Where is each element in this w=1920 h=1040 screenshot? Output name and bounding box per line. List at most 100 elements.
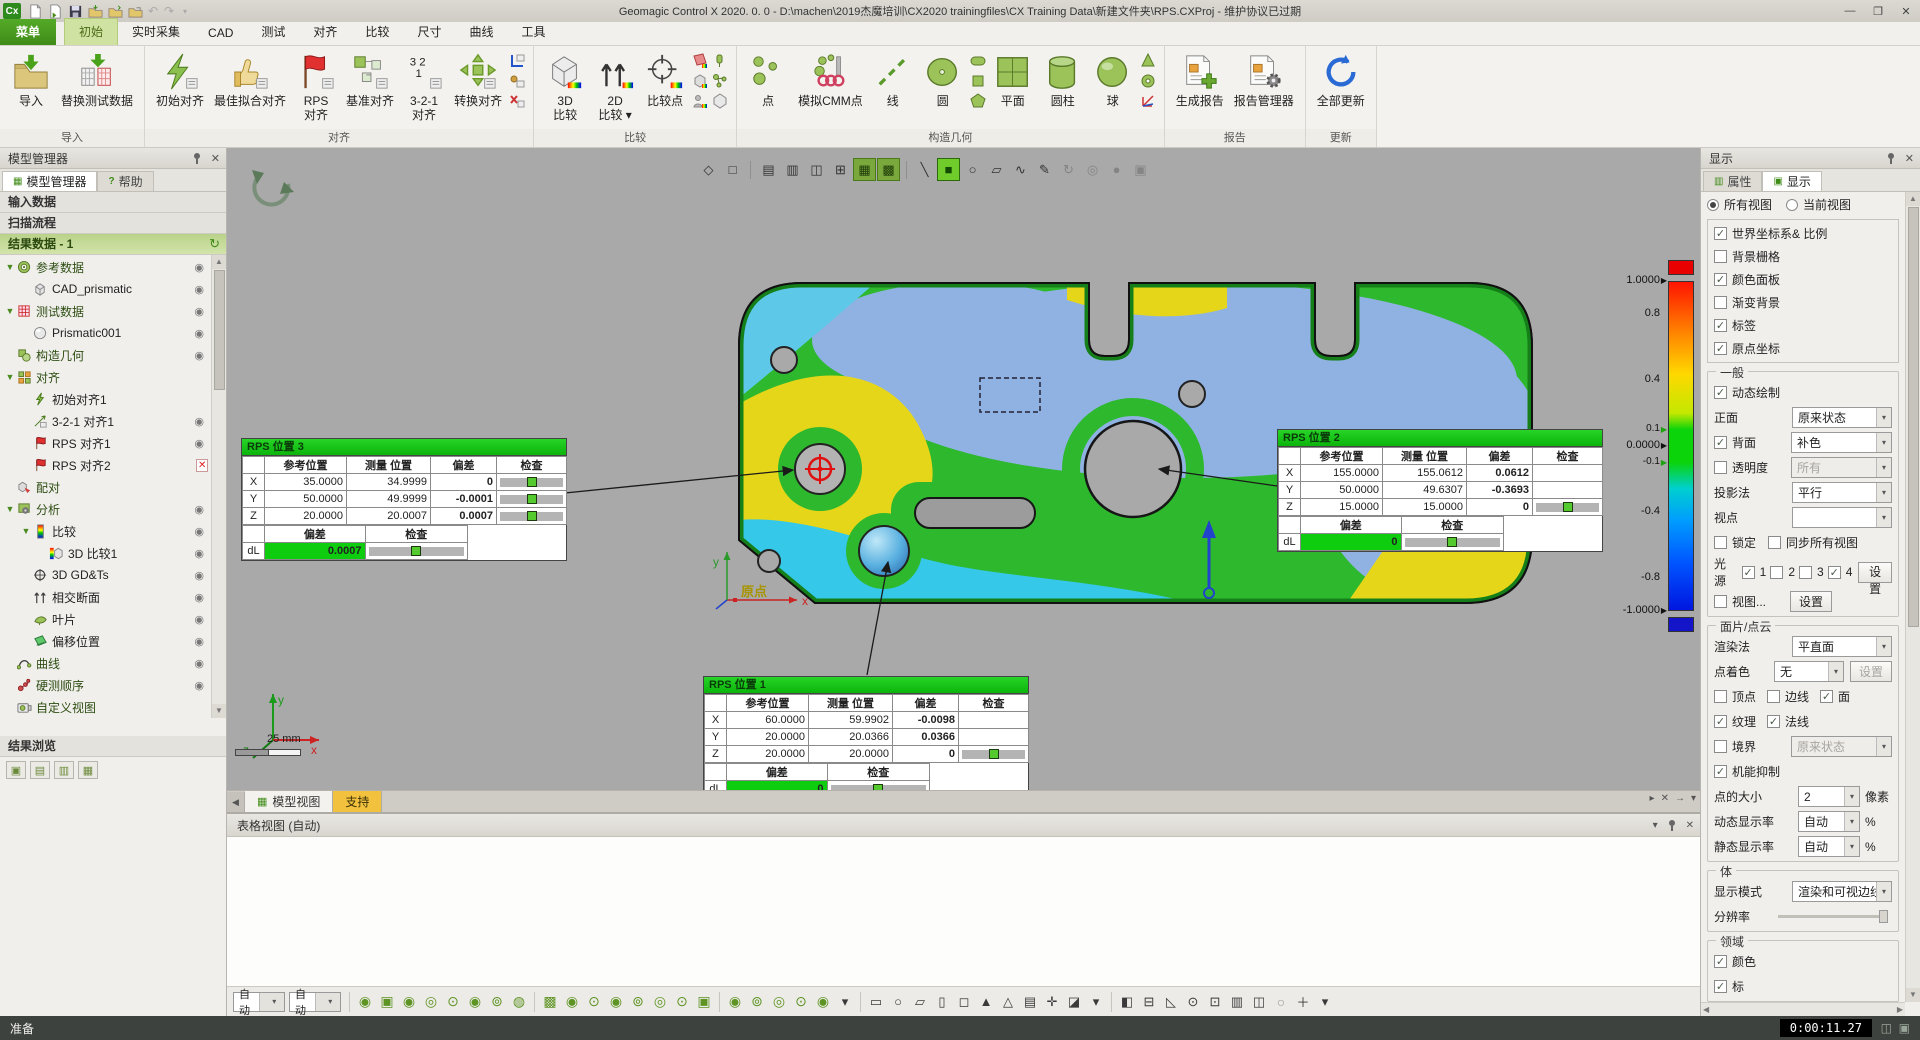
view-cube-tool[interactable]: □ <box>721 158 744 181</box>
tree-item-cad-prismatic[interactable]: CAD_prismatic◉ <box>0 278 226 300</box>
rp-scrollbar-thumb[interactable] <box>1908 207 1919 627</box>
update-all-button[interactable]: 全部更新 <box>1312 50 1370 110</box>
tree-item-analysis[interactable]: ▼分析◉ <box>0 498 226 520</box>
background-grid-checkbox[interactable] <box>1714 250 1727 263</box>
expander-icon[interactable]: ▼ <box>4 504 16 514</box>
best-fit-align-button[interactable]: 最佳拟合对齐 <box>209 50 291 110</box>
compare-point-button[interactable]: 比较点 <box>640 50 690 110</box>
menu-tab-compare[interactable]: 比较 <box>351 19 403 45</box>
circle-button[interactable]: 圆 <box>918 50 968 110</box>
mini-axes-icon[interactable] <box>1139 92 1157 109</box>
mesh-tool-4[interactable]: ◉ <box>605 991 627 1013</box>
view-settings-button[interactable]: 设置 <box>1790 591 1832 612</box>
visibility-eye-icon[interactable]: ◉ <box>194 613 204 626</box>
add-tool[interactable]: ＋ <box>1292 991 1314 1013</box>
tree-item-offset-position[interactable]: 偏移位置◉ <box>0 630 226 652</box>
prev-view-tab-button[interactable]: ◀ <box>227 792 245 812</box>
select-through-tool[interactable]: ✛ <box>1041 991 1063 1013</box>
select-circle-tool[interactable]: ○ <box>887 991 909 1013</box>
projection-combo[interactable]: 平行▾ <box>1792 482 1892 503</box>
table-view-menu-icon[interactable]: ▾ <box>1653 820 1658 831</box>
color-bar-marker-icon[interactable]: ▶ <box>1661 425 1667 434</box>
static-display-rate-combo[interactable]: 自动▾ <box>1798 836 1860 857</box>
vertex-checkbox[interactable] <box>1714 690 1727 703</box>
lock-checkbox[interactable] <box>1714 536 1727 549</box>
tab-properties[interactable]: ▥属性 <box>1703 171 1762 191</box>
pan-view-tool[interactable]: ◎ <box>1081 158 1104 181</box>
back-face-combo-checkbox[interactable]: ✓ <box>1714 436 1727 449</box>
line-button[interactable]: 线 <box>868 50 918 110</box>
visibility-eye-icon[interactable]: ◉ <box>194 503 204 516</box>
menu-tab-align[interactable]: 对齐 <box>299 19 351 45</box>
polygon-select-tool[interactable]: ▱ <box>985 158 1008 181</box>
probe-tool-6[interactable]: ◍ <box>508 991 530 1013</box>
function-suppress-checkbox[interactable]: ✓ <box>1714 765 1727 778</box>
tree-item-custom-view[interactable]: 自定义视图 <box>0 696 226 718</box>
tab-display[interactable]: ▣显示 <box>1762 171 1821 191</box>
region-tool-1[interactable]: ◉ <box>724 991 746 1013</box>
mini-axis-icon[interactable] <box>508 52 526 69</box>
mesh-tool-7[interactable]: ⊙ <box>671 991 693 1013</box>
split-horizontal-tool[interactable]: ◫ <box>805 158 828 181</box>
display-tool-8[interactable]: ○ <box>1270 991 1292 1013</box>
mini-mol-icon[interactable] <box>711 72 729 89</box>
shape-select-tool[interactable]: ◇ <box>697 158 720 181</box>
region-color-checkbox[interactable]: ✓ <box>1714 955 1727 968</box>
table-view-pin-icon[interactable] <box>1666 819 1678 832</box>
tree-scrollbar[interactable]: ▲ ▼ <box>211 255 226 718</box>
tree-item-3d-gdts[interactable]: 3D GD&Ts◉ <box>0 564 226 586</box>
rps-align-button[interactable]: RPS 对齐 <box>291 50 341 124</box>
mini-person-icon[interactable] <box>691 92 709 109</box>
maximize-button[interactable]: ❐ <box>1864 1 1892 21</box>
point-button[interactable]: 点 <box>743 50 793 110</box>
rp-scroll-right-icon[interactable]: ▶ <box>1897 1005 1903 1014</box>
table-view-area[interactable] <box>227 836 1700 986</box>
visibility-eye-icon[interactable]: ◉ <box>194 547 204 560</box>
tree-item-reference-data[interactable]: ▼参考数据◉ <box>0 256 226 278</box>
compare-2d-button[interactable]: 2D 比较 ▾ <box>590 50 640 124</box>
labels-checkbox[interactable]: ✓ <box>1714 319 1727 332</box>
tree-item-probe-sequence[interactable]: 硬测顺序◉ <box>0 674 226 696</box>
light-source-settings-button[interactable]: 设置 <box>1858 562 1892 583</box>
resolution-slider-thumb[interactable] <box>1879 910 1888 923</box>
menu-tab-cad[interactable]: CAD <box>194 22 247 45</box>
viewpoint-combo[interactable]: ▾ <box>1792 507 1892 528</box>
point-size-combo[interactable]: 2▾ <box>1798 786 1860 807</box>
tree-item-blade[interactable]: 叶片◉ <box>0 608 226 630</box>
world-coord-checkbox[interactable]: ✓ <box>1714 227 1727 240</box>
tab-help[interactable]: ?帮助 <box>97 171 153 191</box>
mini-hex-icon[interactable] <box>711 92 729 109</box>
dynamic-draw-checkbox[interactable]: ✓ <box>1714 386 1727 399</box>
color-bar-marker-icon[interactable]: ▶ <box>1661 441 1667 450</box>
mini-pin-icon[interactable] <box>711 52 729 69</box>
current-view-radio[interactable] <box>1786 199 1798 211</box>
tree-item-curve[interactable]: 曲线◉ <box>0 652 226 674</box>
render-method-combo[interactable]: 平直面▾ <box>1792 636 1892 657</box>
auto-mode-combo-2[interactable]: 自动▾ <box>289 992 341 1012</box>
visibility-eye-icon[interactable]: ◉ <box>194 305 204 318</box>
rp-scroll-left-icon[interactable]: ◀ <box>1703 1005 1709 1014</box>
initial-align-button[interactable]: 初始对齐 <box>151 50 209 110</box>
visibility-eye-icon[interactable]: ◉ <box>194 327 204 340</box>
tree-item-prismatic001[interactable]: Prismatic001◉ <box>0 322 226 344</box>
mini-pentagon-icon[interactable] <box>969 92 987 109</box>
front-face-combo[interactable]: 原来状态▾ <box>1792 407 1892 428</box>
color-bar-marker-icon[interactable]: ▶ <box>1661 606 1667 615</box>
3d-viewport[interactable]: x y 原点 y x z <box>227 148 1700 790</box>
color-bar-marker-icon[interactable]: ▶ <box>1661 458 1667 467</box>
table-view-bar[interactable]: 表格视图 (自动) ▾ ✕ <box>227 812 1700 836</box>
multi-view-tool[interactable]: ▦ <box>853 158 876 181</box>
origin-coord-checkbox[interactable]: ✓ <box>1714 342 1727 355</box>
visibility-eye-icon[interactable]: ◉ <box>194 349 204 362</box>
visibility-eye-icon[interactable]: ◉ <box>194 635 204 648</box>
deselect-tool[interactable]: △ <box>997 991 1019 1013</box>
expander-icon[interactable]: ▼ <box>4 262 16 272</box>
color-bar-marker-icon[interactable]: ▶ <box>1661 276 1667 285</box>
mini-square-icon[interactable] <box>969 72 987 89</box>
capture-icon[interactable]: ▣ <box>1899 1021 1910 1035</box>
record-icon[interactable]: ◫ <box>1881 1021 1892 1035</box>
visibility-eye-icon[interactable]: ◉ <box>194 261 204 274</box>
auto-mode-combo-1[interactable]: 自动▾ <box>233 992 285 1012</box>
boundary-combo-checkbox[interactable] <box>1714 740 1727 753</box>
menu-tab-main[interactable]: 菜单 <box>0 19 56 45</box>
